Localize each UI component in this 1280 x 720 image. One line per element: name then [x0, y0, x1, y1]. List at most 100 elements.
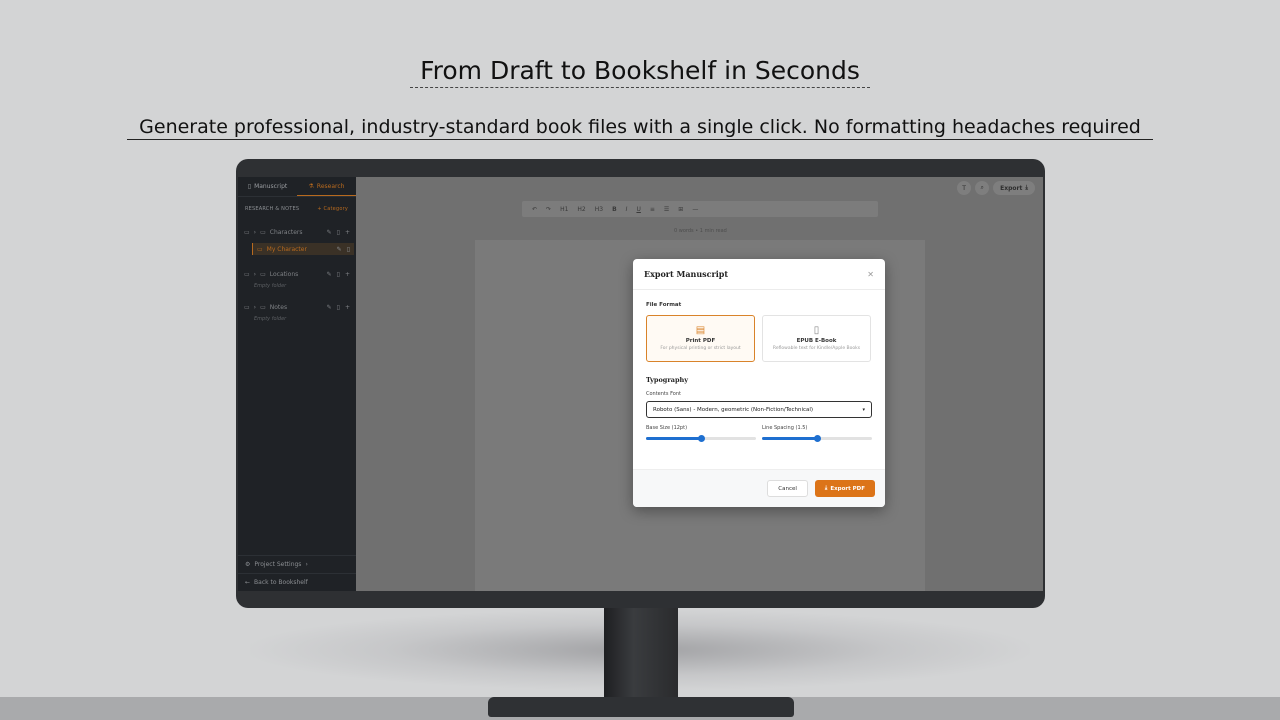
export-modal: Export Manuscript ✕ File Format ▤ Print …	[633, 259, 885, 507]
modal-title: Export Manuscript	[644, 269, 729, 279]
sidebar-footer: ⚙ Project Settings › ← Back to Bookshelf	[238, 555, 356, 591]
numbered-list-button[interactable]: ☰	[664, 206, 669, 213]
slider-handle[interactable]	[698, 435, 705, 442]
edit-icon[interactable]: ✎	[337, 246, 342, 253]
contents-font-label: Contents Font	[646, 391, 681, 397]
folder-notes[interactable]: ▭ › ▭ Notes ✎ ▯ +	[238, 301, 356, 313]
h1-button[interactable]: H1	[560, 206, 568, 213]
divider-button[interactable]: —	[692, 206, 698, 213]
format-option-epub[interactable]: ▯ EPUB E-Book Reflowable text for Kindle…	[762, 315, 871, 362]
monitor-stand-base	[488, 697, 794, 717]
add-category-button[interactable]: + Category	[317, 206, 348, 212]
export-button[interactable]: Export ⤓	[993, 181, 1035, 195]
trash-icon[interactable]: ▯	[337, 304, 340, 311]
search-button[interactable]: ⌕	[975, 181, 990, 195]
close-icon[interactable]: ✕	[867, 270, 874, 279]
tab-manuscript[interactable]: ▯ Manuscript	[238, 177, 297, 196]
book-icon: ▯	[813, 325, 820, 336]
folder-icon: ▭	[244, 228, 250, 236]
contents-font-select[interactable]: Roboto (Sans) - Modern, geometric (Non-F…	[646, 401, 872, 418]
format-option-pdf[interactable]: ▤ Print PDF For physical printing or str…	[646, 315, 755, 362]
chevron-right-icon: ›	[253, 228, 257, 236]
file-icon: ▭	[257, 245, 263, 253]
trash-icon[interactable]: ▯	[337, 229, 340, 236]
font-icon: T	[962, 184, 966, 192]
file-format-label: File Format	[646, 302, 682, 308]
edit-icon[interactable]: ✎	[327, 229, 332, 236]
format-desc: Reflowable text for Kindle/Apple Books	[772, 346, 861, 351]
folder-tools: ✎ ▯ +	[327, 271, 350, 278]
line-spacing-label: Line Spacing (1.5)	[762, 425, 808, 431]
folder-tools: ✎ ▯ +	[327, 229, 350, 236]
word-count: 0 words • 1 min read	[674, 228, 727, 234]
export-pdf-button[interactable]: ⤓ Export PDF	[814, 480, 875, 497]
typography-heading: Typography	[646, 376, 689, 384]
base-size-label: Base Size (12pt)	[646, 425, 688, 431]
trash-icon[interactable]: ▯	[337, 271, 340, 278]
slider-handle[interactable]	[814, 435, 821, 442]
arrow-left-icon: ←	[245, 579, 251, 586]
slider-fill	[646, 437, 701, 440]
redo-button[interactable]: ↷	[546, 206, 551, 213]
chevron-right-icon: ›	[305, 561, 308, 568]
back-label: Back to Bookshelf	[254, 579, 308, 586]
folder-icon: ▭	[244, 270, 250, 278]
note-item-my-character[interactable]: ▭ My Character ✎ ▯	[252, 243, 354, 255]
bullet-list-button[interactable]: ≡	[650, 206, 655, 213]
undo-button[interactable]: ↶	[532, 206, 537, 213]
section-title: RESEARCH & NOTES	[245, 206, 300, 212]
hero-headline-text: From Draft to Bookshelf in Seconds	[410, 56, 870, 88]
format-toolbar: ↶ ↷ H1 H2 H3 B I U ≡ ☰ ⊞ —	[522, 201, 878, 217]
h2-button[interactable]: H2	[577, 206, 585, 213]
gear-icon: ⚙	[245, 561, 251, 568]
back-to-bookshelf-button[interactable]: ← Back to Bookshelf	[238, 573, 356, 591]
hero-subheadline-text: Generate professional, industry-standard…	[127, 116, 1153, 140]
export-label: Export	[1000, 184, 1023, 192]
chevron-down-icon: ▾	[862, 406, 865, 413]
underline-button[interactable]: U	[636, 206, 640, 213]
cancel-button[interactable]: Cancel	[767, 480, 808, 497]
project-settings-button[interactable]: ⚙ Project Settings ›	[238, 555, 356, 573]
folder-outline-icon: ▭	[260, 303, 266, 311]
edit-icon[interactable]: ✎	[327, 304, 332, 311]
font-button[interactable]: T	[957, 181, 972, 195]
search-icon: ⌕	[980, 184, 984, 191]
tab-manuscript-label: Manuscript	[254, 183, 288, 190]
edit-icon[interactable]: ✎	[327, 271, 332, 278]
folder-characters[interactable]: ▭ › ▭ Characters ✎ ▯ +	[238, 226, 356, 238]
base-size-slider[interactable]	[646, 435, 756, 442]
folder-name: Characters	[269, 228, 303, 236]
hero-headline: From Draft to Bookshelf in Seconds	[0, 56, 1280, 88]
add-icon[interactable]: +	[345, 304, 350, 311]
flask-icon: ⚗	[308, 182, 314, 190]
modal-footer: Cancel ⤓ Export PDF	[633, 469, 885, 507]
italic-button[interactable]: I	[626, 206, 628, 213]
format-name: Print PDF	[685, 338, 716, 344]
line-spacing-slider[interactable]	[762, 435, 872, 442]
tab-research-label: Research	[316, 182, 345, 190]
folder-outline-icon: ▭	[260, 228, 266, 236]
empty-folder-text: Empty folder	[254, 283, 287, 289]
format-desc: For physical printing or strict layout	[660, 346, 741, 351]
add-icon[interactable]: +	[345, 271, 350, 278]
app-screen: ▯ Manuscript ⚗ Research RESEARCH & NOTES…	[238, 177, 1043, 591]
h3-button[interactable]: H3	[595, 206, 603, 213]
book-icon: ▯	[247, 183, 252, 190]
chevron-right-icon: ›	[253, 270, 257, 278]
download-icon: ⤓	[824, 485, 828, 491]
add-icon[interactable]: +	[345, 229, 350, 236]
note-tools: ✎ ▯	[337, 246, 350, 253]
folder-locations[interactable]: ▭ › ▭ Locations ✎ ▯ +	[238, 268, 356, 280]
monitor: ▯ Manuscript ⚗ Research RESEARCH & NOTES…	[236, 159, 1045, 608]
contents-font-value: Roboto (Sans) - Modern, geometric (Non-F…	[653, 406, 814, 413]
top-actions: T ⌕ Export ⤓	[957, 181, 1035, 195]
table-button[interactable]: ⊞	[678, 206, 683, 213]
empty-folder-text: Empty folder	[254, 316, 287, 322]
sidebar-section-header: RESEARCH & NOTES + Category	[238, 197, 356, 212]
trash-icon[interactable]: ▯	[347, 246, 350, 253]
folder-name: Locations	[269, 270, 299, 278]
slider-fill	[762, 437, 817, 440]
monitor-stand-neck	[604, 608, 678, 704]
bold-button[interactable]: B	[612, 206, 617, 213]
tab-research[interactable]: ⚗ Research	[297, 177, 356, 196]
